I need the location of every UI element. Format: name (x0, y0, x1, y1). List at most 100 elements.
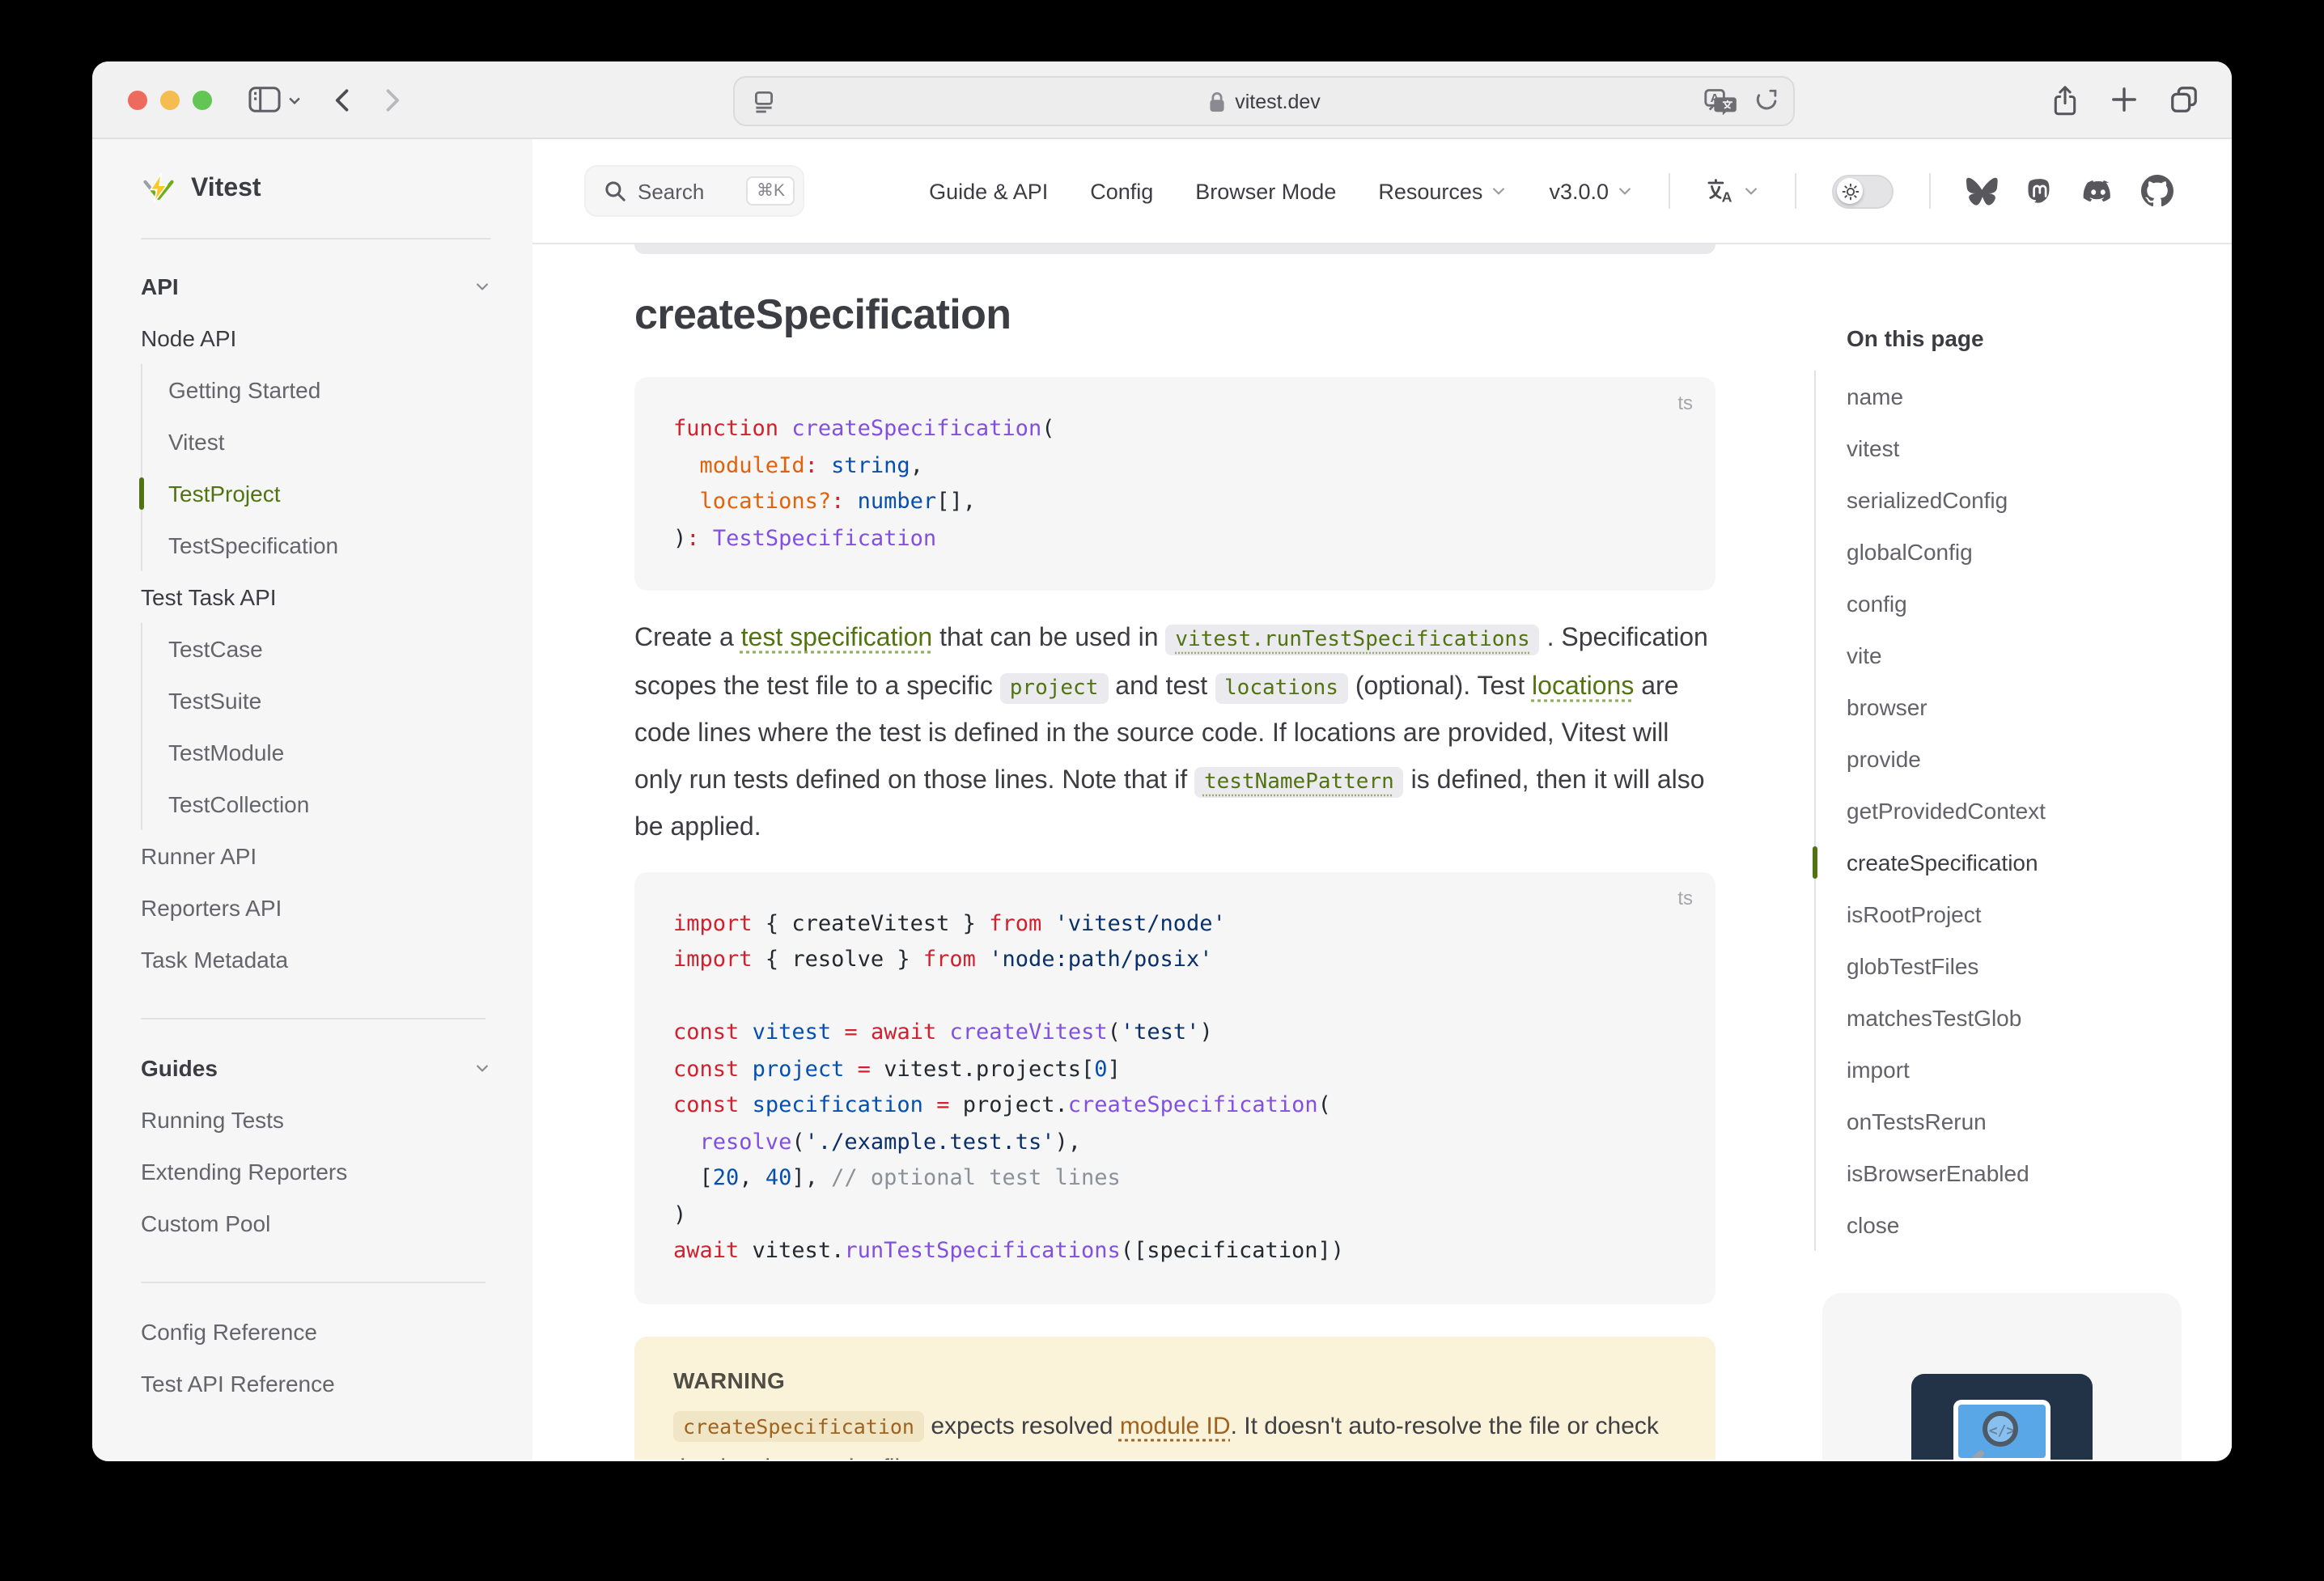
outline-item-isrootproject[interactable]: isRootProject (1816, 888, 2190, 940)
outline-item-isbrowserenabled[interactable]: isBrowserEnabled (1816, 1147, 2190, 1199)
sidebar-item-vitest[interactable]: Vitest (142, 416, 490, 468)
sidebar-item-getting-started[interactable]: Getting Started (142, 364, 490, 416)
outline-aside: On this page namevitestserializedConfigg… (1814, 244, 2190, 1460)
code-signature[interactable]: function createSpecification( moduleId: … (673, 411, 1677, 557)
doc-link[interactable]: locations (1532, 672, 1634, 700)
sidebar-subgroup: Getting StartedVitestTestProjectTestSpec… (141, 364, 490, 571)
monitor-icon: </> (1953, 1400, 2050, 1460)
lock-icon (1207, 90, 1227, 112)
outline-item-close[interactable]: close (1816, 1199, 2190, 1251)
sidebar-item-task-metadata[interactable]: Task Metadata (141, 934, 490, 985)
warning-title: WARNING (673, 1367, 1677, 1392)
theme-toggle[interactable] (1832, 174, 1894, 208)
vitest-logo[interactable]: Vitest (92, 139, 532, 238)
nav-separator (1669, 173, 1670, 209)
traffic-lights (92, 90, 212, 109)
outline-item-import[interactable]: import (1816, 1044, 2190, 1096)
outline-list: namevitestserializedConfigglobalConfigco… (1814, 371, 2190, 1251)
sidebar-item-testcase[interactable]: TestCase (142, 623, 490, 675)
reload-icon[interactable] (1754, 89, 1779, 113)
sidebar-item-node-api[interactable]: Node API (141, 312, 490, 364)
text: expects resolved (924, 1412, 1120, 1439)
sidebar-item-runner-api[interactable]: Runner API (141, 830, 490, 882)
magnifier-icon (1983, 1411, 2018, 1447)
outline-item-globtestfiles[interactable]: globTestFiles (1816, 940, 2190, 992)
outline-item-provide[interactable]: provide (1816, 733, 2190, 785)
outline-item-ontestsrerun[interactable]: onTestsRerun (1816, 1096, 2190, 1147)
inline-code-link[interactable]: testNamePattern (1194, 766, 1404, 797)
sidebar-group-api[interactable]: API (141, 261, 490, 312)
inline-code: project (1000, 672, 1109, 703)
sidebar-item-testproject[interactable]: TestProject (142, 468, 490, 519)
sidebar-item-config-reference[interactable]: Config Reference (141, 1306, 490, 1358)
forward-button[interactable] (377, 85, 406, 114)
code-language-badge: ts (1677, 886, 1693, 909)
site-navbar: Search ⌘K Guide & API Config Browser Mode R… (532, 139, 2232, 244)
zoom-window-button[interactable] (193, 90, 212, 109)
outline-item-matchestestglob[interactable]: matchesTestGlob (1816, 992, 2190, 1044)
sidebar-group-guides[interactable]: Guides (141, 1042, 490, 1094)
outline-item-globalconfig[interactable]: globalConfig (1816, 526, 2190, 578)
page-content: createSpecification ts function createSp… (532, 244, 2232, 1460)
inline-code-link[interactable]: vitest.runTestSpecifications (1165, 625, 1539, 655)
doc-link[interactable]: test specification (741, 625, 933, 652)
screen: vitest.dev A (0, 0, 2324, 1581)
sidebar-item-extending-reporters[interactable]: Extending Reporters (141, 1146, 490, 1197)
chevron-down-icon (1743, 183, 1759, 199)
ad-image: </> (1911, 1374, 2093, 1460)
doc-link[interactable]: module ID (1120, 1412, 1231, 1439)
sidebar-item-test-task-api[interactable]: Test Task API (141, 571, 490, 623)
warning-body: createSpecification expects resolved mod… (673, 1405, 1677, 1460)
new-tab-icon[interactable] (2110, 86, 2138, 113)
outline-item-vite[interactable]: vite (1816, 629, 2190, 681)
bluesky-icon[interactable] (1966, 176, 1999, 206)
outline-item-getprovidedcontext[interactable]: getProvidedContext (1816, 785, 2190, 837)
outline-item-config[interactable]: config (1816, 578, 2190, 629)
address-bar[interactable]: vitest.dev A (733, 76, 1795, 126)
outline-item-vitest[interactable]: vitest (1816, 422, 2190, 474)
sidebar-item-running-tests[interactable]: Running Tests (141, 1094, 490, 1146)
sidebar-chevron-icon[interactable] (286, 91, 303, 108)
description-paragraph: Create a test specification that can be … (634, 617, 1715, 852)
outline-item-serializedconfig[interactable]: serializedConfig (1816, 474, 2190, 526)
sidebar-toggle-icon[interactable] (248, 84, 282, 115)
language-switcher[interactable]: A (1706, 178, 1759, 204)
text: Create a (634, 625, 741, 652)
sidebar-item-custom-pool[interactable]: Custom Pool (141, 1197, 490, 1249)
search-shortcut: ⌘K (747, 176, 795, 206)
outline-item-name[interactable]: name (1816, 371, 2190, 422)
sidebar-divider (141, 1282, 486, 1283)
outline-item-createspecification[interactable]: createSpecification (1816, 837, 2190, 888)
sponsor-ad-card[interactable]: </> (1822, 1293, 2182, 1460)
translate-page-icon[interactable]: A (1704, 88, 1738, 114)
sidebar-item-testcollection[interactable]: TestCollection (142, 778, 490, 830)
nav-menu-v3-0-0[interactable]: v3.0.0 (1549, 179, 1633, 203)
minimize-window-button[interactable] (160, 90, 180, 109)
vitest-logo-text: Vitest (191, 174, 261, 203)
outline-item-browser[interactable]: browser (1816, 681, 2190, 733)
search-icon (604, 180, 626, 202)
nav-menu-browser-mode[interactable]: Browser Mode (1195, 179, 1336, 203)
code-block-signature: ts function createSpecification( moduleI… (634, 377, 1715, 591)
outline-title: On this page (1814, 325, 2190, 351)
sidebar: Vitest APINode APIGetting StartedVitestT… (92, 139, 532, 1460)
nav-menu-resources[interactable]: Resources (1378, 179, 1507, 203)
mastodon-icon[interactable] (2025, 176, 2055, 206)
nav-menu-config[interactable]: Config (1090, 179, 1153, 203)
sidebar-item-testspecification[interactable]: TestSpecification (142, 519, 490, 571)
share-icon[interactable] (2050, 83, 2080, 116)
search-label: Search (638, 179, 704, 203)
discord-icon[interactable] (2081, 174, 2115, 208)
search-button[interactable]: Search ⌘K (584, 165, 804, 217)
github-icon[interactable] (2141, 175, 2173, 207)
code-example[interactable]: import { createVitest } from 'vitest/nod… (673, 905, 1677, 1269)
sidebar-item-testsuite[interactable]: TestSuite (142, 675, 490, 727)
text: and test (1108, 672, 1215, 700)
sidebar-item-testmodule[interactable]: TestModule (142, 727, 490, 778)
sidebar-item-test-api-reference[interactable]: Test API Reference (141, 1358, 490, 1409)
tab-overview-icon[interactable] (2169, 84, 2199, 115)
nav-menu-guide-api[interactable]: Guide & API (929, 179, 1048, 203)
close-window-button[interactable] (128, 90, 147, 109)
back-button[interactable] (329, 85, 358, 114)
sidebar-item-reporters-api[interactable]: Reporters API (141, 882, 490, 934)
